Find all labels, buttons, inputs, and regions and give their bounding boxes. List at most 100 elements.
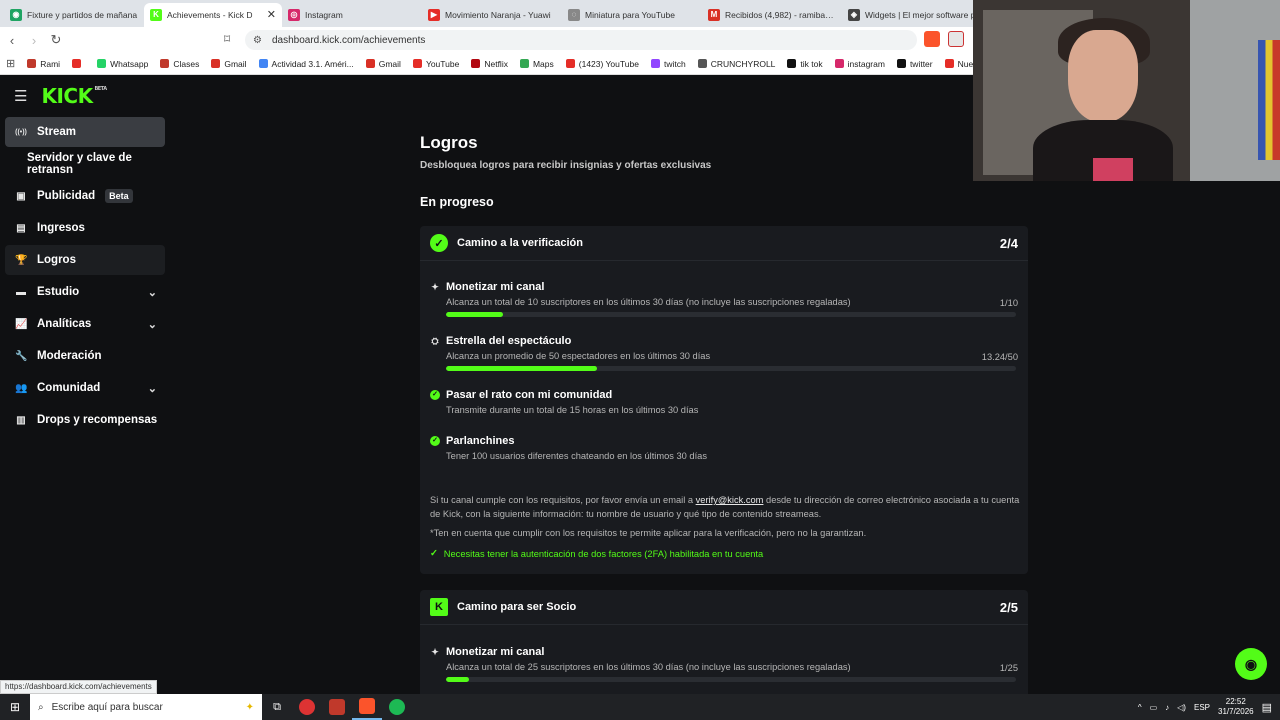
browser-tab[interactable]: ◉ Fixture y partidos de mañana: [4, 3, 144, 27]
task-icon: ⛭: [431, 335, 439, 346]
verification-disclaimer: *Ten en cuenta que cumplir con los requi…: [430, 528, 867, 538]
bookmark-item[interactable]: twitch: [650, 59, 686, 69]
tab-favicon-icon: ◈: [848, 8, 860, 21]
browser-tab[interactable]: M Recibidos (4,982) - ramibargn: [702, 3, 842, 27]
tab-label: Instagram: [305, 9, 343, 20]
bookmark-item[interactable]: instagram: [834, 59, 885, 69]
bookmark-favicon-icon: [787, 59, 797, 68]
task-progress-text: 13.24/50: [981, 352, 1018, 362]
kick-logo[interactable]: KICK BETA: [41, 84, 107, 108]
drops-icon: ▥: [16, 414, 26, 426]
sidebar-item-wrench[interactable]: 🔧 Moderación: [5, 341, 165, 371]
tray-chevron-icon[interactable]: ^: [1138, 703, 1142, 712]
tab-label: Miniatura para YouTube: [585, 9, 675, 20]
back-icon[interactable]: ‹: [2, 33, 22, 48]
bookmark-icon[interactable]: ⌑: [224, 32, 230, 46]
task-icon: ✦: [431, 281, 439, 292]
chevron-down-icon[interactable]: ⌄: [148, 382, 157, 395]
bookmark-item[interactable]: Whatsapp: [97, 59, 148, 69]
brave-shield-icon[interactable]: [924, 31, 940, 47]
verification-card: ✓ Camino a la verificación 2/4 ✦ Monetiza…: [420, 226, 1028, 574]
bookmark-label: (1423) YouTube: [578, 58, 639, 69]
verify-email-link[interactable]: verify@kick.com: [696, 495, 764, 505]
page-subtitle: Desbloquea logros para recibir insignias…: [420, 160, 712, 171]
url-text: dashboard.kick.com/achievements: [271, 34, 426, 46]
bookmark-item[interactable]: Gmail: [211, 59, 247, 69]
tab-favicon-icon: ◉: [10, 8, 22, 21]
trophy-icon: 🏆: [15, 254, 28, 266]
revenue-icon: ▤: [16, 222, 26, 234]
task-description: Transmite durante un total de 15 horas e…: [446, 405, 699, 415]
forward-icon[interactable]: ›: [24, 33, 44, 48]
bookmarks-bar: ⊞ Rami Whatsapp Clases Gmail Actividad 3.1. …: [0, 53, 980, 75]
bookmark-item[interactable]: [72, 59, 85, 68]
bookmark-item[interactable]: twitter: [896, 59, 933, 69]
notification-icon[interactable]: ▤: [1262, 701, 1272, 714]
address-bar[interactable]: ⚙ dashboard.kick.com/achievements: [245, 30, 917, 50]
obs-app-icon[interactable]: [292, 694, 322, 720]
sidebar-item-community[interactable]: 👥 Comunidad ⌄: [5, 373, 165, 403]
site-info-icon[interactable]: ⚙: [253, 35, 262, 46]
bookmark-favicon-icon: [565, 59, 575, 68]
menu-icon[interactable]: ☰: [14, 87, 27, 105]
mic-icon[interactable]: ♪: [1165, 703, 1169, 712]
tab-label: Achievements - Kick D: [167, 9, 253, 20]
sidebar-item-label: Analíticas: [37, 318, 92, 330]
bookmark-item[interactable]: Netflix: [471, 59, 508, 69]
sidebar-item-drops[interactable]: ▥ Drops y recompensas: [5, 405, 165, 435]
browser-tab[interactable]: ◈ Widgets | El mejor software p: [842, 3, 982, 27]
browser-tab[interactable]: ◎ Instagram: [282, 3, 422, 27]
tab-close-icon[interactable]: ✕: [267, 8, 276, 21]
sidebar-item-ad[interactable]: ▣ Publicidad Beta: [5, 181, 165, 211]
windows-start-icon[interactable]: ⊞: [0, 700, 30, 714]
bookmark-item[interactable]: (1423) YouTube: [565, 58, 639, 69]
browser-tab[interactable]: ▶ Movimiento Naranja - Yuawi: [422, 3, 562, 27]
task-title: Estrella del espectáculo: [446, 335, 572, 347]
bookmark-favicon-icon: [97, 59, 107, 68]
apps-grid-icon[interactable]: ⊞: [6, 57, 15, 70]
bookmark-item[interactable]: tik tok: [787, 59, 823, 69]
bookmark-item[interactable]: Actividad 3.1. Améri...: [258, 59, 354, 69]
task-view-icon[interactable]: ⧉: [262, 694, 292, 720]
brave-app-icon[interactable]: [352, 694, 382, 720]
sidebar-item-label: Ingresos: [37, 222, 85, 234]
support-chat-button[interactable]: ◉: [1235, 648, 1267, 680]
clock[interactable]: 22:52 31/7/2026: [1218, 697, 1254, 717]
chevron-down-icon[interactable]: ⌄: [148, 318, 157, 331]
sidebar-item-stream-key[interactable]: Servidor y clave de retransn: [5, 149, 165, 179]
tab-label: Widgets | El mejor software p: [865, 9, 976, 20]
sidebar-item-revenue[interactable]: ▤ Ingresos: [5, 213, 165, 243]
bookmark-item[interactable]: CRUNCHYROLL: [697, 59, 775, 69]
task-title: Monetizar mi canal: [446, 646, 545, 658]
bookmark-item[interactable]: Gmail: [365, 59, 401, 69]
taskbar-search-placeholder: Escribe aquí para buscar: [51, 701, 163, 713]
bookmark-favicon-icon: [160, 59, 170, 68]
spotify-app-icon[interactable]: [382, 694, 412, 720]
bookmark-item[interactable]: Rami: [27, 59, 60, 69]
progress-fill: [446, 366, 597, 371]
bookmark-item[interactable]: Clases: [160, 59, 199, 69]
bookmark-label: Netflix: [484, 58, 508, 69]
brave-rewards-icon[interactable]: [948, 31, 964, 47]
tab-label: Fixture y partidos de mañana: [27, 9, 138, 20]
volume-icon[interactable]: ◁): [1177, 703, 1186, 712]
reload-icon[interactable]: ↻: [46, 32, 66, 48]
taskbar-search[interactable]: ⌕ Escribe aquí para buscar ✦: [30, 694, 262, 720]
bookmark-favicon-icon: [697, 59, 707, 68]
sidebar-item-broadcast[interactable]: ((•)) Stream: [5, 117, 165, 147]
bookmark-label: Clases: [173, 58, 200, 69]
sidebar-item-analytics[interactable]: 📈 Analíticas ⌄: [5, 309, 165, 339]
bookmark-item[interactable]: Maps: [519, 59, 554, 69]
sidebar-item-studio[interactable]: ▬ Estudio ⌄: [5, 277, 165, 307]
browser-tab[interactable]: ◌ Miniatura para YouTube: [562, 3, 702, 27]
voicemod-app-icon[interactable]: [322, 694, 352, 720]
lang-indicator[interactable]: ESP: [1194, 703, 1210, 712]
achievement-task: ✦ Monetizar mi canal Alcanza un total de 1…: [430, 281, 1018, 317]
network-icon[interactable]: ▭: [1150, 703, 1158, 712]
sidebar-item-trophy[interactable]: 🏆 Logros: [5, 245, 165, 275]
check-icon: ✓: [430, 548, 438, 558]
bookmark-label: YouTube: [425, 58, 460, 69]
chevron-down-icon[interactable]: ⌄: [148, 286, 157, 299]
browser-tab[interactable]: K Achievements - Kick D ✕: [144, 2, 282, 27]
bookmark-item[interactable]: YouTube: [412, 58, 460, 69]
